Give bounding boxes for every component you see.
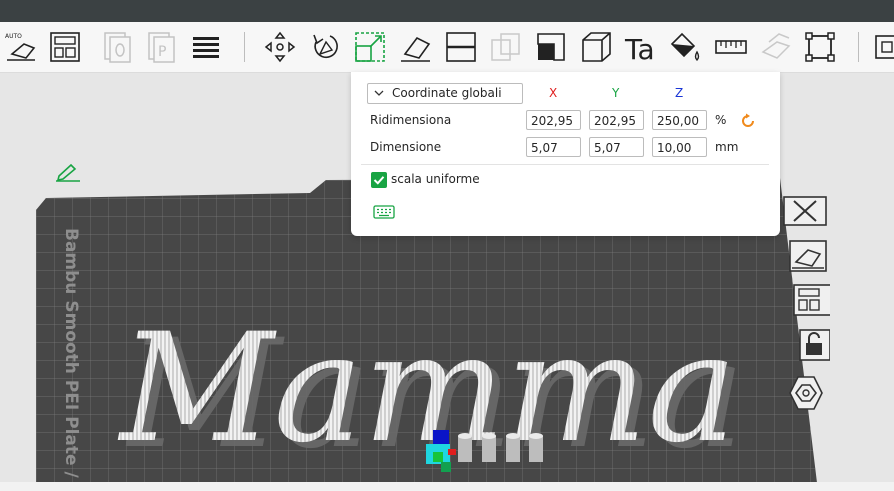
text-button[interactable]: Ta xyxy=(623,30,657,64)
toolbar-separator xyxy=(858,32,859,62)
assembly-icon xyxy=(761,33,791,59)
size-unit: mm xyxy=(715,140,739,154)
disabled-object-button[interactable] xyxy=(101,30,135,64)
support-paint-icon xyxy=(537,33,565,61)
check-icon xyxy=(373,176,385,185)
resize-x-field[interactable] xyxy=(526,110,581,130)
layers-icon xyxy=(193,37,219,58)
axis-y-label: Y xyxy=(612,86,620,100)
split-icon xyxy=(805,32,835,62)
resize-z-field[interactable] xyxy=(652,110,707,130)
arrange-button[interactable] xyxy=(48,30,82,64)
scale-panel: Coordinate globali X Y Z Ridimensiona % … xyxy=(351,72,780,236)
size-label: Dimensione xyxy=(370,140,442,154)
measure-button[interactable] xyxy=(714,30,748,64)
side-auto-orient-button[interactable] xyxy=(782,238,830,277)
disabled-plate-icon: P xyxy=(148,32,175,63)
place-on-face-icon xyxy=(401,36,431,62)
split-button[interactable] xyxy=(803,30,837,64)
auto-orient-icon: AUTO xyxy=(5,33,36,61)
plate-label: Bambu Smooth PEI Plate / xyxy=(61,228,81,478)
coordinate-system-dropdown[interactable]: Coordinate globali xyxy=(367,83,523,104)
assembly-button[interactable] xyxy=(759,30,793,64)
title-bar xyxy=(0,0,894,22)
text-icon: Ta xyxy=(624,33,655,64)
more-icon xyxy=(875,35,894,59)
disabled-object-icon xyxy=(104,32,131,63)
move-button[interactable] xyxy=(263,30,297,64)
scale-button[interactable] xyxy=(353,30,387,64)
settings-hex-icon xyxy=(789,376,823,410)
keyboard-icon[interactable] xyxy=(373,205,395,219)
uniform-scale-checkbox[interactable] xyxy=(371,172,387,188)
size-x-field[interactable] xyxy=(526,137,581,157)
side-lock-button[interactable] xyxy=(782,327,831,366)
more-button[interactable] xyxy=(872,30,894,64)
coordinate-system-value: Coordinate globali xyxy=(392,86,502,100)
disabled-plate-button[interactable]: P xyxy=(145,30,179,64)
axis-x-label: X xyxy=(549,86,558,100)
reset-scale-icon[interactable] xyxy=(740,113,756,129)
scale-icon xyxy=(355,32,385,62)
resize-y-field[interactable] xyxy=(589,110,644,130)
rotate-button[interactable] xyxy=(308,30,342,64)
color-paint-icon xyxy=(670,32,700,61)
chevron-down-icon xyxy=(374,90,384,96)
size-y-field[interactable] xyxy=(589,137,644,157)
size-z-field[interactable] xyxy=(652,137,707,157)
panel-divider xyxy=(361,164,769,165)
boolean-icon xyxy=(491,33,520,61)
color-paint-button[interactable] xyxy=(668,30,702,64)
main-toolbar: AUTO P Ta xyxy=(0,22,894,73)
close-icon xyxy=(783,196,827,226)
axis-z-label: Z xyxy=(675,86,684,100)
resize-label: Ridimensiona xyxy=(370,113,452,127)
arrange-plate-icon xyxy=(793,284,837,316)
toolbar-separator xyxy=(244,32,245,62)
seam-paint-icon xyxy=(582,32,611,62)
side-settings-button[interactable] xyxy=(782,375,830,414)
layers-button[interactable] xyxy=(189,30,223,64)
place-on-face-button[interactable] xyxy=(399,30,433,64)
cut-button[interactable] xyxy=(444,30,478,64)
side-arrange-button[interactable] xyxy=(782,282,837,321)
rotate-icon xyxy=(313,34,338,59)
cut-icon xyxy=(446,32,476,62)
edit-pencil-icon[interactable] xyxy=(55,162,81,182)
uniform-scale-label: scala uniforme xyxy=(391,172,480,186)
side-close-button[interactable] xyxy=(782,193,830,232)
support-paint-button[interactable] xyxy=(534,30,568,64)
auto-orient-button[interactable]: AUTO xyxy=(4,30,38,64)
lock-icon xyxy=(799,329,831,361)
svg-text:AUTO: AUTO xyxy=(5,33,22,40)
seam-paint-button[interactable] xyxy=(579,30,613,64)
svg-text:P: P xyxy=(158,44,166,60)
measure-icon xyxy=(715,40,747,54)
boolean-button[interactable] xyxy=(489,30,523,64)
arrange-icon xyxy=(50,32,80,62)
auto-orient-plate-icon xyxy=(789,240,827,272)
move-icon xyxy=(264,31,296,63)
resize-unit: % xyxy=(715,113,727,127)
svg-text:Ta: Ta xyxy=(624,33,655,64)
